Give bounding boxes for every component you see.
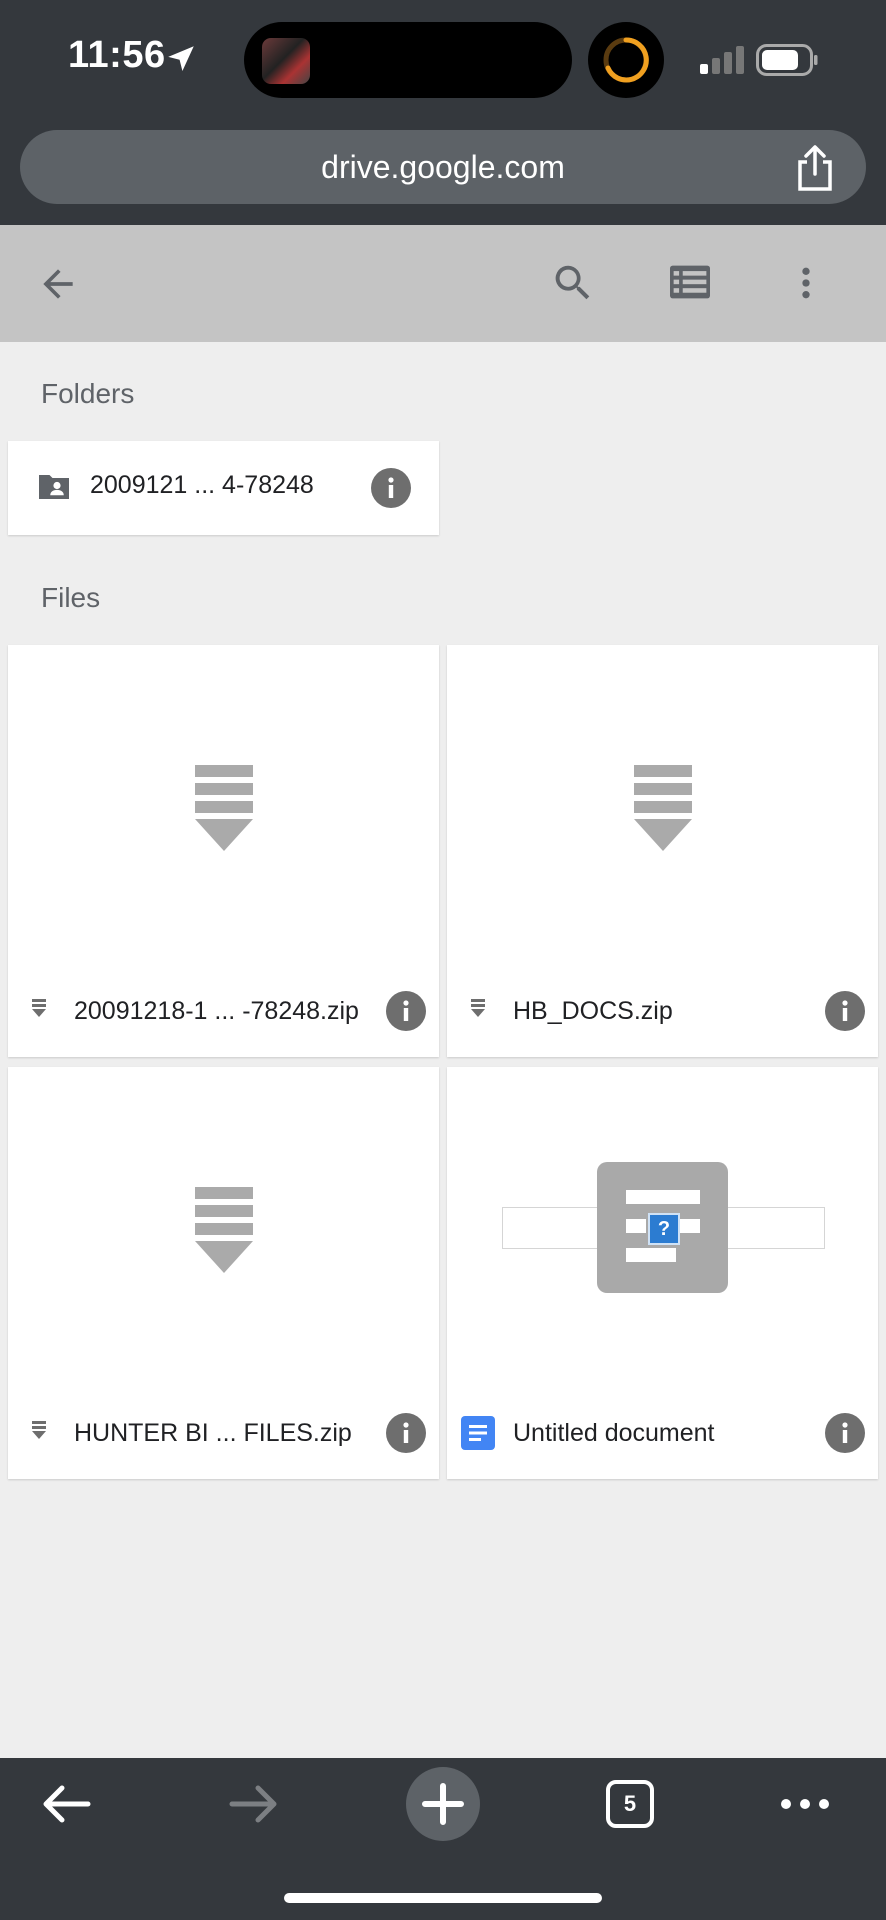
list-view-icon[interactable] [668,262,712,302]
folder-name[interactable]: 2009121 ... 4-78248 [90,471,314,500]
info-icon[interactable] [386,991,426,1031]
files-section-heading: Files [41,582,101,613]
browser-back-icon[interactable] [40,1782,92,1826]
timer-ring-icon [603,37,649,83]
placeholder-line [680,1219,700,1233]
folders-section-heading: Folders [41,378,135,409]
location-arrow-icon [168,46,194,72]
browser-forward-icon[interactable] [228,1782,280,1826]
plus-icon [422,1783,464,1825]
arrow-back-icon[interactable] [36,262,80,306]
search-icon[interactable] [550,260,596,306]
info-icon[interactable] [386,1413,426,1453]
placeholder-line [626,1219,646,1233]
file-card[interactable] [8,645,439,1057]
google-docs-icon [461,1416,495,1450]
more-horiz-icon[interactable] [780,1794,830,1814]
shared-folder-icon [39,475,69,499]
info-icon[interactable] [371,468,411,508]
zip-file-icon [195,1187,253,1273]
address-bar-url[interactable]: drive.google.com [20,130,866,204]
zip-file-icon [32,999,46,1017]
file-name[interactable]: 20091218-1 ... -78248.zip [74,997,359,1026]
activity-indicator [588,22,664,98]
new-tab-button[interactable] [406,1767,480,1841]
home-indicator[interactable] [284,1893,602,1903]
file-name[interactable]: Untitled document [513,1419,715,1448]
file-card[interactable] [447,645,878,1057]
more-vert-icon[interactable] [786,260,826,306]
info-icon[interactable] [825,1413,865,1453]
drive-toolbar [0,225,886,342]
file-name[interactable]: HB_DOCS.zip [513,997,673,1026]
zip-file-icon [471,999,485,1017]
placeholder-line [626,1190,700,1204]
file-card[interactable] [8,1067,439,1479]
zip-file-icon [195,765,253,851]
file-name[interactable]: HUNTER BI ... FILES.zip [74,1419,352,1448]
now-playing-thumbnail [262,38,310,84]
placeholder-line [626,1248,676,1262]
status-time: 11:56 [68,34,166,76]
tab-switcher-button[interactable]: 5 [606,1780,654,1828]
share-icon[interactable] [794,144,836,192]
missing-image-icon: ? [648,1213,680,1245]
battery-icon [756,44,818,76]
zip-file-icon [32,1421,46,1439]
zip-file-icon [634,765,692,851]
cellular-signal-icon [700,46,744,74]
info-icon[interactable] [825,991,865,1031]
